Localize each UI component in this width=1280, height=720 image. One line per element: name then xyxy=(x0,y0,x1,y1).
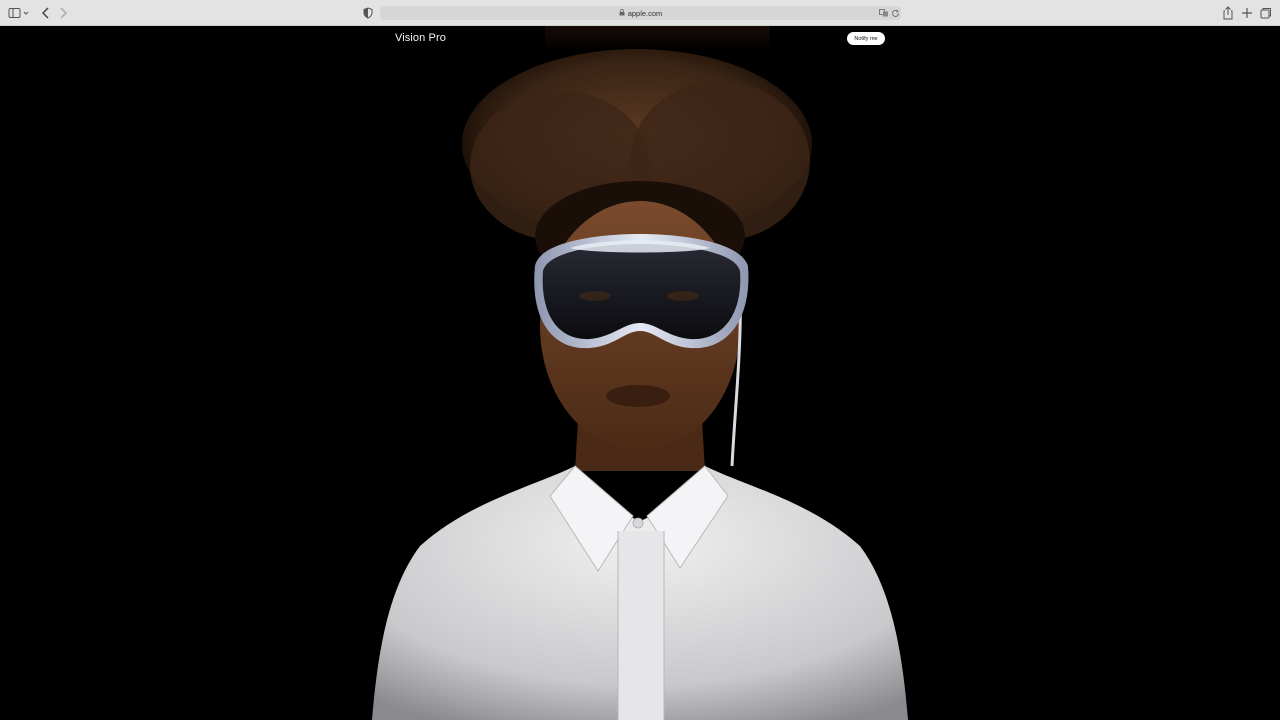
share-icon[interactable] xyxy=(1220,5,1236,21)
page-content: Vision Pro Notify me xyxy=(0,26,1280,720)
tab-overview-icon[interactable] xyxy=(1258,5,1274,21)
chevron-left-icon[interactable] xyxy=(38,5,54,21)
address-bar[interactable]: apple.com xyxy=(380,6,901,20)
lock-icon xyxy=(619,8,625,18)
hero-image xyxy=(372,49,908,720)
notify-me-button[interactable]: Notify me xyxy=(847,32,885,45)
browser-toolbar: apple.com xyxy=(0,0,1280,26)
sidebar-icon[interactable] xyxy=(8,5,30,21)
plus-icon[interactable] xyxy=(1239,5,1255,21)
product-title[interactable]: Vision Pro xyxy=(395,32,446,44)
address-text: apple.com xyxy=(627,8,663,18)
nav-highlight xyxy=(545,26,770,51)
reload-icon[interactable] xyxy=(889,7,901,19)
shield-icon[interactable] xyxy=(360,5,376,21)
chevron-right-icon[interactable] xyxy=(55,5,71,21)
